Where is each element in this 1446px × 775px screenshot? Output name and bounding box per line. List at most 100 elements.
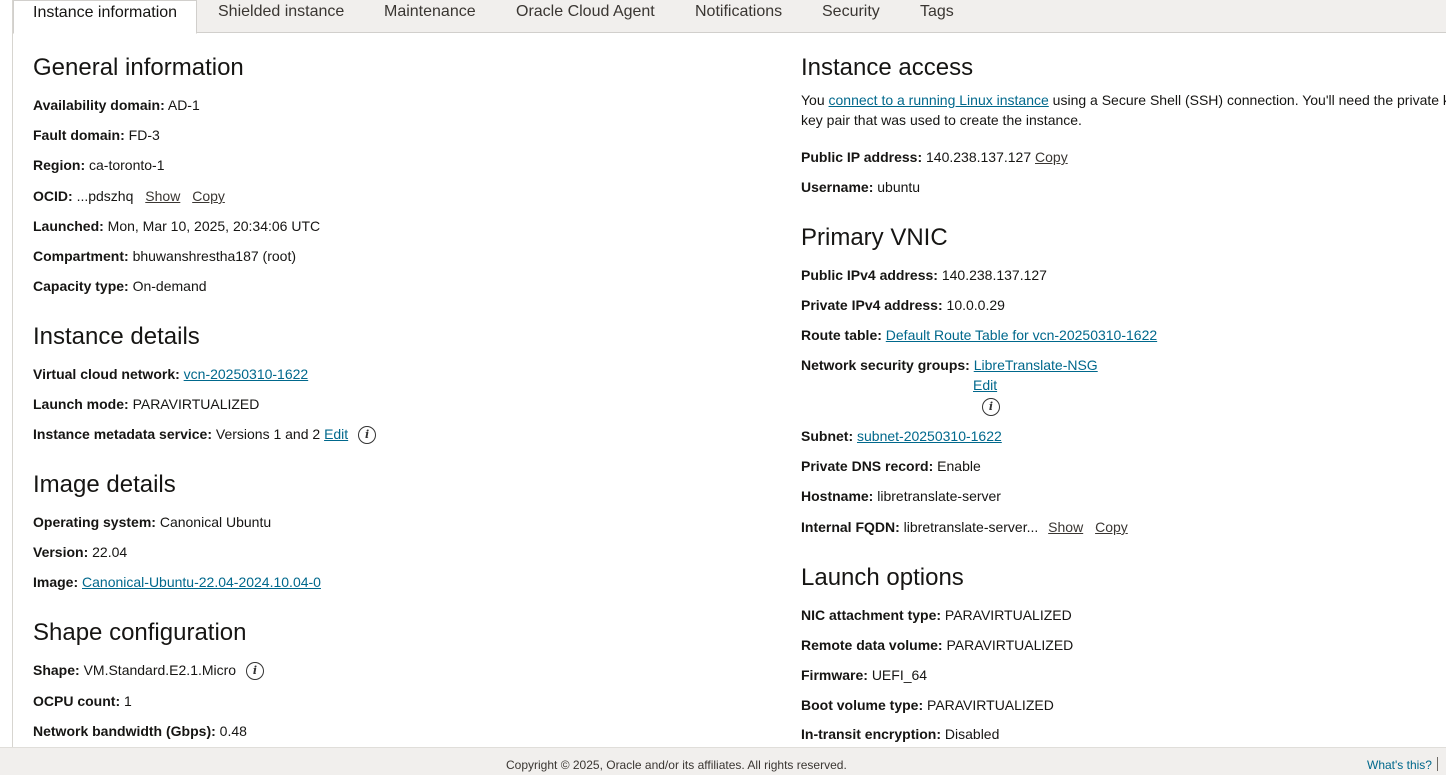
availability-domain-label: Availability domain: [33, 97, 165, 113]
nsg-edit-row: Edit [973, 376, 997, 394]
hostname-label: Hostname: [801, 488, 874, 504]
username-row: Username: ubuntu [801, 178, 920, 196]
info-icon[interactable]: i [245, 662, 264, 681]
ocpu-label: OCPU count: [33, 693, 121, 709]
private-dns-label: Private DNS record: [801, 458, 934, 474]
boot-volume-type-value: PARAVIRTUALIZED [927, 697, 1054, 713]
route-table-row: Route table: Default Route Table for vcn… [801, 326, 1157, 344]
internal-fqdn-label: Internal FQDN: [801, 519, 900, 535]
vcn-row: Virtual cloud network: vcn-20250310-1622 [33, 365, 308, 383]
launched-value: Mon, Mar 10, 2025, 20:34:06 UTC [107, 218, 321, 234]
general-information-heading: General information [33, 54, 244, 81]
compartment-value: bhuwanshrestha187 (root) [132, 248, 296, 264]
tab-oracle-cloud-agent[interactable]: Oracle Cloud Agent [516, 0, 655, 32]
public-ip-label: Public IP address: [801, 149, 923, 165]
version-label: Version: [33, 544, 89, 560]
launch-mode-row: Launch mode: PARAVIRTUALIZED [33, 395, 259, 413]
remote-data-volume-row: Remote data volume: PARAVIRTUALIZED [801, 636, 1073, 654]
launched-label: Launched: [33, 218, 104, 234]
public-ip-copy-button[interactable]: Copy [1035, 149, 1068, 165]
info-icon[interactable]: i [358, 426, 377, 445]
primary-vnic-heading: Primary VNIC [801, 224, 948, 251]
launch-mode-value: PARAVIRTUALIZED [132, 396, 260, 412]
subnet-row: Subnet: subnet-20250310-1622 [801, 427, 1002, 445]
copyright-text: Copyright © 2025, Oracle and/or its affi… [506, 758, 847, 772]
private-dns-row: Private DNS record: Enable [801, 457, 981, 475]
tab-notifications[interactable]: Notifications [695, 0, 782, 32]
route-table-label: Route table: [801, 327, 882, 343]
in-transit-encryption-label: In-transit encryption: [801, 726, 942, 742]
access-text: using a Secure Shell (SSH) connection. Y… [1048, 92, 1446, 108]
nsg-link[interactable]: LibreTranslate-NSG [974, 357, 1098, 373]
nsg-edit-link[interactable]: Edit [973, 377, 997, 393]
nsg-label: Network security groups: [801, 357, 970, 373]
tab-security[interactable]: Security [822, 0, 880, 32]
version-row: Version: 22.04 [33, 543, 127, 561]
image-link[interactable]: Canonical-Ubuntu-22.04-2024.10.04-0 [82, 574, 321, 590]
ocid-show-button[interactable]: Show [145, 188, 180, 204]
subnet-label: Subnet: [801, 428, 854, 444]
instance-details-heading: Instance details [33, 323, 200, 350]
username-value: ubuntu [877, 179, 921, 195]
route-table-link[interactable]: Default Route Table for vcn-20250310-162… [886, 327, 1157, 343]
public-ip-row: Public IP address: 140.238.137.127 Copy [801, 148, 1068, 166]
bandwidth-row: Network bandwidth (Gbps): 0.48 [33, 722, 247, 740]
fqdn-show-button[interactable]: Show [1048, 519, 1083, 535]
image-label: Image: [33, 574, 79, 590]
ocpu-row: OCPU count: 1 [33, 692, 132, 710]
launched-row: Launched: Mon, Mar 10, 2025, 20:34:06 UT… [33, 217, 320, 235]
tab-tags[interactable]: Tags [920, 0, 954, 32]
whats-this-link[interactable]: What's this? [1367, 758, 1432, 772]
ocid-copy-button[interactable]: Copy [192, 188, 225, 204]
availability-domain-row: Availability domain: AD-1 [33, 96, 200, 114]
connect-linux-instance-link[interactable]: connect to a running Linux instance [829, 92, 1049, 108]
version-value: 22.04 [92, 544, 128, 560]
access-text: key pair that was used to create the ins… [801, 112, 1082, 128]
metadata-service-row: Instance metadata service: Versions 1 an… [33, 425, 377, 445]
tab-shielded-instance[interactable]: Shielded instance [218, 0, 344, 32]
capacity-type-value: On-demand [132, 278, 207, 294]
private-ipv4-row: Private IPv4 address: 10.0.0.29 [801, 296, 1005, 314]
image-details-heading: Image details [33, 471, 176, 498]
tab-maintenance[interactable]: Maintenance [384, 0, 476, 32]
public-ipv4-row: Public IPv4 address: 140.238.137.127 [801, 266, 1047, 284]
vcn-link[interactable]: vcn-20250310-1622 [184, 366, 309, 382]
tab-bar: Instance information Shielded instance M… [13, 0, 1446, 34]
access-text: You [801, 92, 829, 108]
os-row: Operating system: Canonical Ubuntu [33, 513, 271, 531]
boot-volume-type-label: Boot volume type: [801, 697, 924, 713]
instance-access-heading: Instance access [801, 54, 974, 81]
availability-domain-value: AD-1 [167, 97, 200, 113]
subnet-link[interactable]: subnet-20250310-1622 [857, 428, 1002, 444]
ocid-label: OCID: [33, 188, 73, 204]
private-ipv4-label: Private IPv4 address: [801, 297, 943, 313]
in-transit-encryption-row: In-transit encryption: Disabled [801, 725, 999, 743]
shape-label: Shape: [33, 662, 80, 678]
firmware-label: Firmware: [801, 667, 868, 683]
username-label: Username: [801, 179, 874, 195]
remote-data-volume-value: PARAVIRTUALIZED [946, 637, 1074, 653]
os-value: Canonical Ubuntu [159, 514, 272, 530]
region-row: Region: ca-toronto-1 [33, 156, 164, 174]
ocid-value: ...pdszhq [76, 188, 134, 204]
metadata-edit-link[interactable]: Edit [324, 426, 348, 442]
internal-fqdn-row: Internal FQDN: libretranslate-server... … [801, 518, 1128, 536]
ocpu-value: 1 [124, 693, 132, 709]
footer-divider [1437, 757, 1438, 771]
info-icon[interactable]: i [982, 398, 1000, 417]
compartment-label: Compartment: [33, 248, 129, 264]
capacity-type-row: Capacity type: On-demand [33, 277, 207, 295]
hostname-value: libretranslate-server [877, 488, 1001, 504]
internal-fqdn-value: libretranslate-server... [903, 519, 1039, 535]
shape-row: Shape: VM.Standard.E2.1.Micro i [33, 661, 264, 681]
compartment-row: Compartment: bhuwanshrestha187 (root) [33, 247, 296, 265]
in-transit-encryption-value: Disabled [944, 726, 1000, 742]
footer: Copyright © 2025, Oracle and/or its affi… [0, 747, 1446, 775]
instance-access-description: You connect to a running Linux instance … [801, 90, 1446, 130]
tab-instance-information[interactable]: Instance information [13, 0, 198, 34]
private-dns-value: Enable [937, 458, 981, 474]
nic-attachment-label: NIC attachment type: [801, 607, 942, 623]
fault-domain-label: Fault domain: [33, 127, 125, 143]
fqdn-copy-button[interactable]: Copy [1095, 519, 1128, 535]
launch-options-heading: Launch options [801, 564, 964, 591]
